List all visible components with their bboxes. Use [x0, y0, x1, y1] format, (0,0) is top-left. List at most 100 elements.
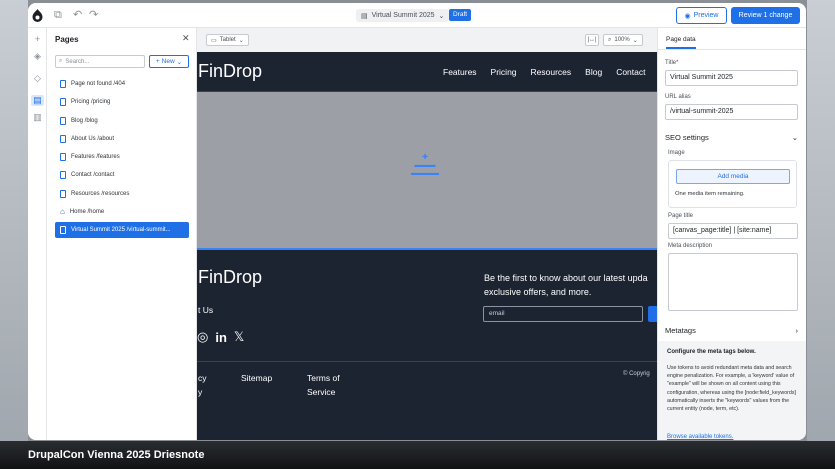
browse-tokens-link[interactable]: Browse available tokens. — [667, 434, 733, 440]
seo-settings-label: SEO settings — [665, 133, 709, 142]
page-title-text: Virtual Summit 2025 — [371, 12, 435, 19]
close-icon[interactable]: ✕ — [182, 33, 190, 44]
footer-link-text: Terms of — [307, 373, 340, 383]
add-icon[interactable]: + — [31, 34, 44, 45]
nav-link-resources[interactable]: Resources — [531, 67, 572, 77]
page-list-item[interactable]: Features /features — [55, 149, 189, 165]
newsletter-email-input[interactable]: email — [483, 306, 643, 322]
preview-button[interactable]: ◉ Preview — [676, 7, 727, 24]
page-list-item[interactable]: ⌂ Home /home — [55, 204, 189, 220]
nav-link-pricing[interactable]: Pricing — [491, 67, 517, 77]
linkedin-icon[interactable]: in — [215, 330, 227, 345]
tab-divider — [658, 49, 806, 50]
page-icon — [60, 171, 66, 180]
library-icon[interactable]: ▥ — [31, 112, 44, 123]
page-icon — [60, 98, 66, 107]
page-title-label: Page title — [668, 213, 694, 219]
fit-width-icon[interactable]: |↔| — [585, 34, 599, 46]
page-label: Blog /blog — [71, 117, 98, 124]
chevron-down-icon: ⌄ — [438, 12, 445, 20]
tablet-icon: ▭ — [211, 37, 217, 44]
page-list-item-active[interactable]: Virtual Summit 2025 /virtual-summit... — [55, 222, 189, 239]
page-list-item[interactable]: About Us /about — [55, 131, 189, 147]
new-page-button[interactable]: + New ⌄ — [149, 55, 189, 68]
chevron-down-icon: ⌄ — [791, 133, 798, 142]
zoom-level: 100% — [614, 37, 630, 43]
undo-icon[interactable]: ↶ — [73, 8, 82, 22]
chevron-right-icon: › — [795, 326, 799, 335]
page-label: Features /features — [71, 154, 120, 161]
page-label: About Us /about — [71, 135, 115, 142]
newsletter-text: Be the first to know about our latest up… — [484, 271, 657, 299]
home-icon: ⌂ — [60, 207, 65, 217]
device-select[interactable]: ▭ Tablet ⌄ — [206, 34, 249, 46]
footer-link-privacy[interactable]: cy y — [198, 371, 207, 399]
page-list-item[interactable]: Pricing /pricing — [55, 94, 189, 110]
zoom-select[interactable]: ⌕ 100% ⌄ — [603, 34, 643, 46]
footer-link-sitemap[interactable]: Sitemap — [241, 371, 272, 385]
footer-link-text: Service — [307, 387, 336, 397]
add-media-button[interactable]: Add media — [676, 169, 790, 184]
redo-icon[interactable]: ↷ — [89, 8, 98, 22]
page-list-item[interactable]: Contact /contact — [55, 167, 189, 183]
image-label: Image — [668, 150, 685, 156]
status-badge: Draft — [449, 9, 472, 21]
search-icon: ⌕ — [59, 58, 63, 64]
video-background-left — [0, 0, 28, 469]
newsletter-line-1: Be the first to know about our latest up… — [484, 273, 648, 283]
eye-icon: ◉ — [684, 12, 691, 20]
site-preview-canvas[interactable]: FinDrop Features Pricing Resources Blog … — [197, 52, 657, 440]
meta-description-field[interactable] — [668, 253, 798, 311]
url-alias-label: URL alias — [665, 94, 691, 100]
page-list-item[interactable]: Page not found /404 — [55, 76, 189, 92]
meta-description-label: Meta description — [668, 243, 713, 249]
plus-icon: + — [155, 58, 160, 65]
footer-divider — [197, 361, 657, 362]
url-alias-field[interactable]: /virtual-summit-2025 — [665, 104, 798, 120]
page-label: Contact /contact — [71, 172, 115, 179]
review-changes-button[interactable]: Review 1 change — [731, 7, 800, 24]
page-list-item[interactable]: Resources /resources — [55, 186, 189, 202]
page-search-input[interactable]: ⌕ Search... — [55, 55, 145, 68]
nav-link-blog[interactable]: Blog — [585, 67, 602, 77]
chevron-down-icon: ⌄ — [176, 58, 183, 66]
footer-logo[interactable]: FinDrop — [198, 267, 262, 288]
video-background-right — [807, 0, 835, 469]
site-logo[interactable]: FinDrop — [198, 61, 262, 82]
media-widget: Add media One media item remaining. — [668, 160, 797, 208]
subscribe-button[interactable] — [648, 306, 657, 322]
footer-link-text: y — [198, 387, 203, 397]
footer-about-link[interactable]: t Us — [198, 305, 213, 315]
title-field[interactable]: Virtual Summit 2025 — [665, 70, 798, 86]
x-twitter-icon[interactable]: 𝕏 — [234, 329, 244, 345]
social-links: ◎ in 𝕏 — [197, 329, 244, 345]
pages-icon[interactable]: ▤ — [31, 95, 44, 106]
editor-window: ⧉ ↶ ↷ ▤ Virtual Summit 2025 ⌄ Draft ◉ Pr… — [28, 3, 806, 440]
metatags-toggle[interactable]: Metatags › — [665, 326, 798, 335]
site-header[interactable]: FinDrop Features Pricing Resources Blog … — [197, 52, 657, 92]
instagram-icon[interactable]: ◎ — [197, 329, 208, 345]
drupal-logo-icon[interactable] — [32, 9, 43, 22]
page-title-selector[interactable]: ▤ Virtual Summit 2025 ⌄ — [356, 9, 450, 22]
page-title-field[interactable]: [canvas_page:title] | [site:name] — [668, 223, 798, 239]
metatags-help-text: Use tokens to avoid redundant meta data … — [667, 365, 796, 413]
layers-icon[interactable]: ◈ — [31, 51, 44, 62]
device-label: Tablet — [219, 37, 236, 43]
tab-page-data[interactable]: Page data — [666, 36, 696, 49]
page-icon — [60, 80, 66, 88]
components-icon[interactable]: ◇ — [31, 73, 44, 84]
page-icon — [60, 189, 66, 198]
metatags-label: Metatags — [665, 326, 696, 335]
nav-link-contact[interactable]: Contact — [616, 67, 645, 77]
page-icon — [60, 153, 66, 162]
media-remaining-note: One media item remaining. — [675, 191, 745, 197]
layers-icon[interactable]: ⧉ — [54, 8, 62, 22]
page-list-item[interactable]: Blog /blog — [55, 113, 189, 129]
page-icon — [60, 226, 66, 235]
chevron-down-icon: ⌄ — [632, 37, 638, 44]
hero-section[interactable]: ✚ ▬▬▬ ▬▬▬▬ — [197, 92, 657, 250]
footer-link-terms[interactable]: Terms of Service — [307, 371, 340, 399]
newsletter-line-2: exclusive offers, and more. — [484, 287, 592, 297]
nav-link-features[interactable]: Features — [443, 67, 477, 77]
seo-settings-toggle[interactable]: SEO settings ⌄ — [665, 133, 798, 142]
